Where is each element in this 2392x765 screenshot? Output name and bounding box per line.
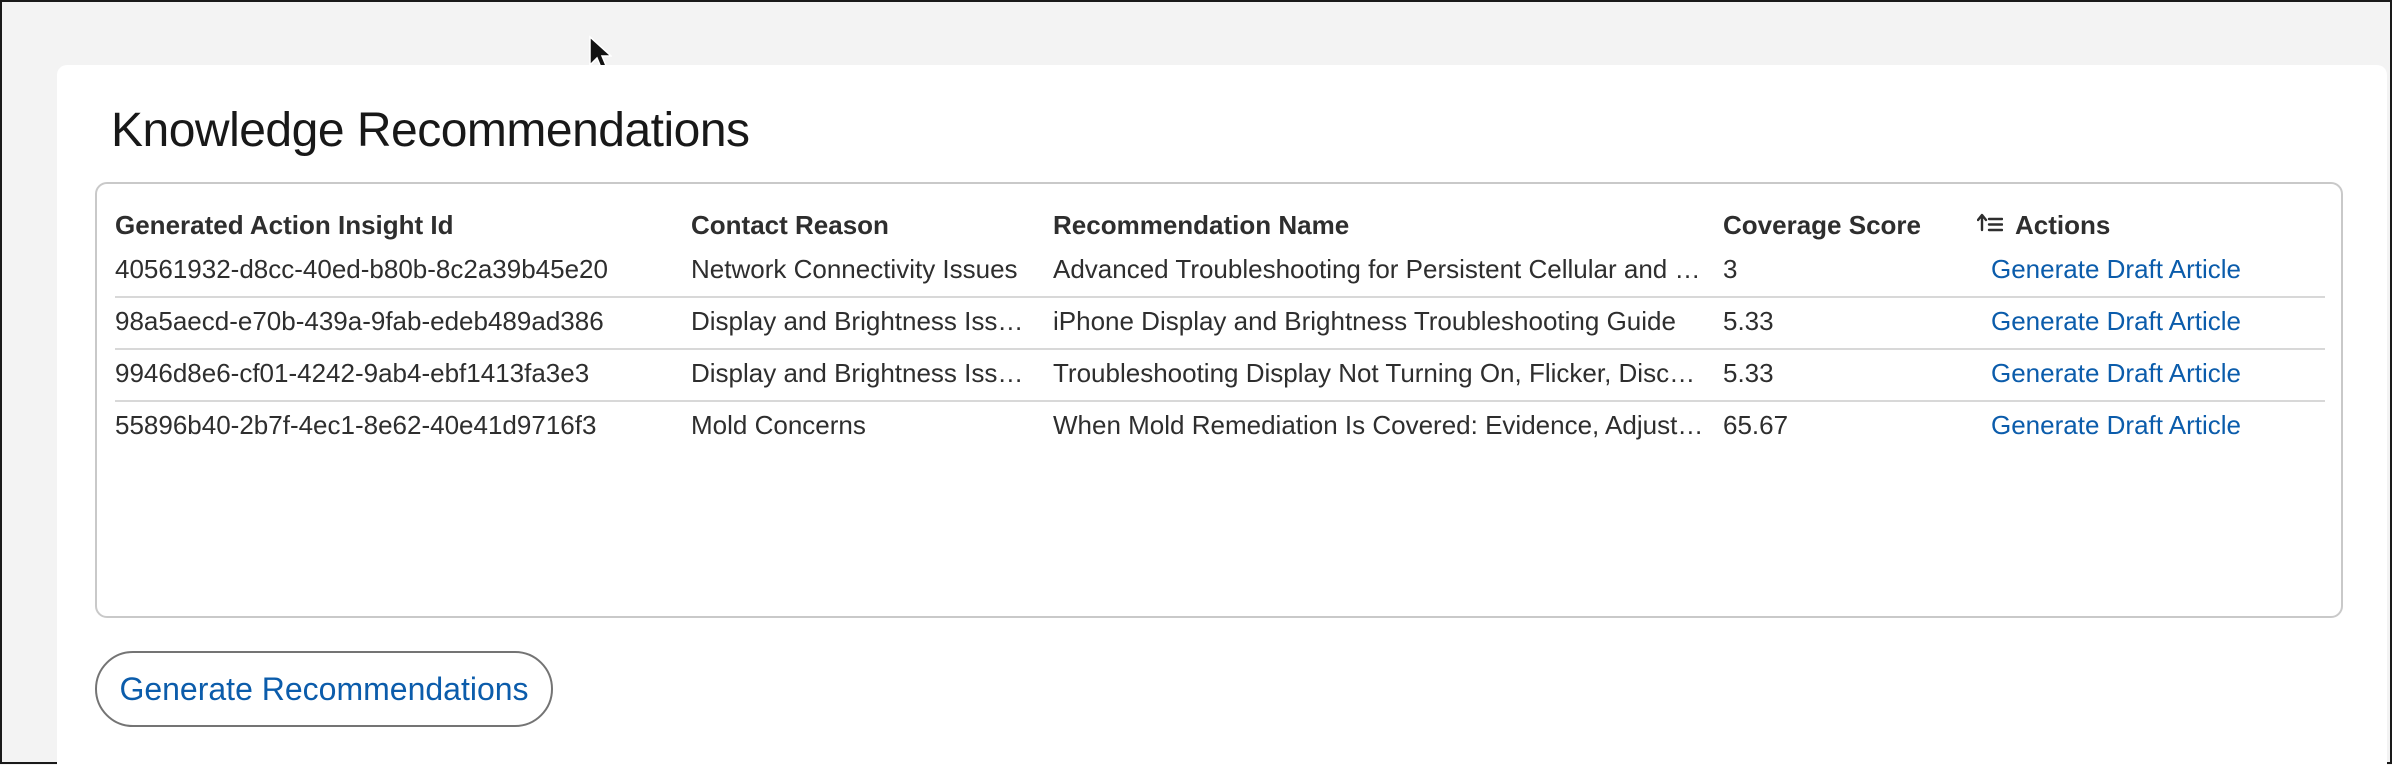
cell-recommendation-name: When Mold Remediation Is Covered: Eviden… xyxy=(1053,410,1705,440)
sort-ascending-icon[interactable] xyxy=(1977,212,2003,234)
column-header-recommendation-name[interactable]: Recommendation Name xyxy=(1053,210,1349,241)
cell-insight-id: 55896b40-2b7f-4ec1-8e62-40e41d9716f3 xyxy=(115,410,597,440)
column-header-actions: Actions xyxy=(2015,210,2111,240)
cell-coverage-score: 5.33 xyxy=(1723,358,1774,388)
table-row: 40561932-d8cc-40ed-b80b-8c2a39b45e20 Net… xyxy=(115,244,2325,298)
table-header: Generated Action Insight Id Contact Reas… xyxy=(97,184,2341,244)
column-header-contact-reason[interactable]: Contact Reason xyxy=(691,210,889,241)
generate-recommendations-button[interactable]: Generate Recommendations xyxy=(95,651,553,727)
cell-coverage-score: 3 xyxy=(1723,254,1738,284)
cell-recommendation-name: Troubleshooting Display Not Turning On, … xyxy=(1053,358,1705,388)
column-header-insight-id[interactable]: Generated Action Insight Id xyxy=(115,210,454,241)
table-row: 55896b40-2b7f-4ec1-8e62-40e41d9716f3 Mol… xyxy=(115,400,2325,452)
generate-draft-article-link[interactable]: Generate Draft Article xyxy=(1991,358,2241,389)
knowledge-recommendations-card: Knowledge Recommendations Generated Acti… xyxy=(57,65,2387,765)
cell-coverage-score: 5.33 xyxy=(1723,306,1774,336)
table-row: 9946d8e6-cf01-4242-9ab4-ebf1413fa3e3 Dis… xyxy=(115,348,2325,402)
cell-insight-id: 9946d8e6-cf01-4242-9ab4-ebf1413fa3e3 xyxy=(115,358,590,388)
cell-contact-reason: Network Connectivity Issues xyxy=(691,254,1018,284)
cell-recommendation-name: Advanced Troubleshooting for Persistent … xyxy=(1053,254,1705,284)
cell-coverage-score: 65.67 xyxy=(1723,410,1789,440)
cell-insight-id: 98a5aecd-e70b-439a-9fab-edeb489ad386 xyxy=(115,306,604,336)
cell-recommendation-name: iPhone Display and Brightness Troublesho… xyxy=(1053,306,1676,336)
generate-draft-article-link[interactable]: Generate Draft Article xyxy=(1991,306,2241,337)
card-title: Knowledge Recommendations xyxy=(111,104,750,157)
generate-draft-article-link[interactable]: Generate Draft Article xyxy=(1991,254,2241,285)
cell-contact-reason: Display and Brightness Issues xyxy=(691,306,1037,336)
cell-contact-reason: Mold Concerns xyxy=(691,410,866,440)
generate-draft-article-link[interactable]: Generate Draft Article xyxy=(1991,410,2241,441)
cell-insight-id: 40561932-d8cc-40ed-b80b-8c2a39b45e20 xyxy=(115,254,608,284)
table-row: 98a5aecd-e70b-439a-9fab-edeb489ad386 Dis… xyxy=(115,296,2325,350)
recommendations-table: Generated Action Insight Id Contact Reas… xyxy=(95,182,2343,618)
cell-contact-reason: Display and Brightness Issues xyxy=(691,358,1037,388)
column-header-coverage-score[interactable]: Coverage Score xyxy=(1723,210,1921,241)
